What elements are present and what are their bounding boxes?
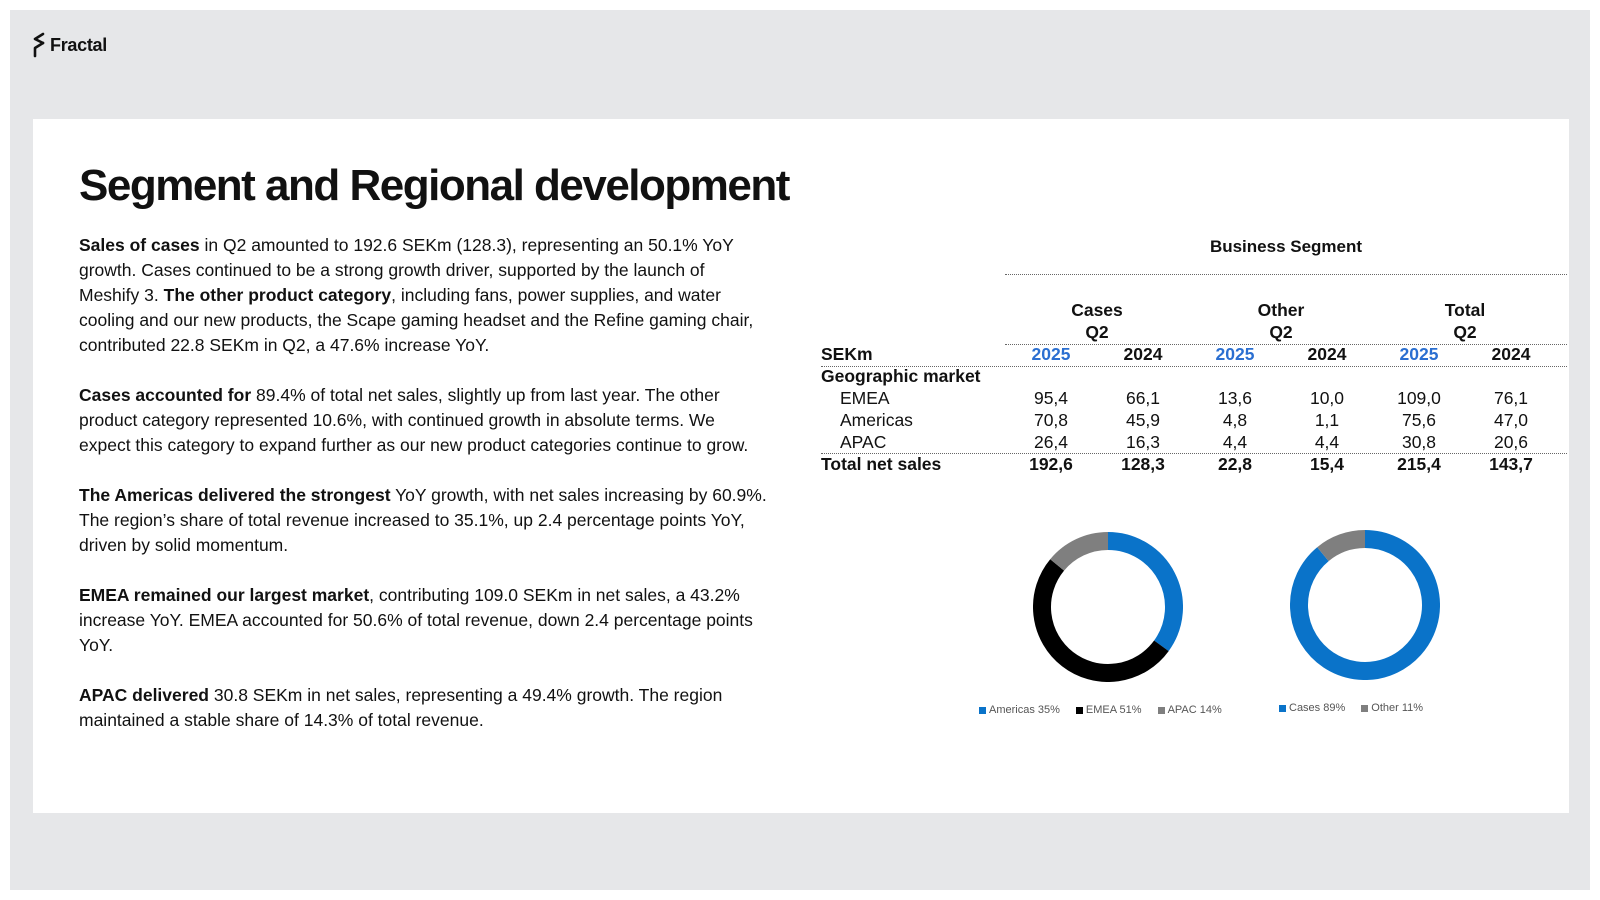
legend-swatch bbox=[1157, 706, 1165, 714]
donut-slice-emea bbox=[1033, 559, 1169, 682]
total-cell: 128,3 bbox=[1121, 454, 1165, 474]
value-cell: 45,9 bbox=[1125, 410, 1161, 430]
total-cell: 143,7 bbox=[1489, 454, 1533, 474]
legend-swatch bbox=[979, 706, 986, 714]
segment-legend: Cases 89% Other 11% bbox=[1279, 702, 1423, 714]
legend-label: Other 11% bbox=[1371, 702, 1424, 714]
year-cell: 2024 bbox=[1307, 344, 1347, 364]
legend-swatch bbox=[1075, 706, 1083, 714]
year-cell: 2025 bbox=[1215, 344, 1255, 364]
commentary: Sales of cases in Q2 amounted to 192.6 S… bbox=[79, 233, 769, 758]
value-cell: 20,6 bbox=[1493, 432, 1529, 452]
period-header-row: Q2 Q2 Q2 bbox=[821, 321, 1557, 343]
total-cell: 192,6 bbox=[1029, 454, 1073, 474]
table-title-rule bbox=[1005, 274, 1567, 275]
legend-item-americas: Americas 35% bbox=[979, 704, 1060, 716]
value-cell: 1,1 bbox=[1314, 410, 1340, 430]
fractal-logo-icon bbox=[33, 32, 45, 58]
period-cases: Q2 bbox=[1085, 322, 1109, 342]
row-label: APAC bbox=[840, 432, 887, 452]
year-rule bbox=[821, 366, 1567, 367]
paragraph-americas: The Americas delivered the strongest YoY… bbox=[79, 485, 767, 555]
donut-slice-americas bbox=[1107, 532, 1183, 652]
value-cell: 4,8 bbox=[1222, 410, 1248, 430]
value-cell: 70,8 bbox=[1033, 410, 1069, 430]
value-cell: 4,4 bbox=[1222, 432, 1248, 452]
total-rule bbox=[821, 453, 1567, 454]
value-cell: 10,0 bbox=[1309, 388, 1345, 408]
table-row: EMEA 95,4 66,1 13,6 10,0 109,0 76,1 bbox=[821, 387, 1557, 409]
group-header-row: Cases Other Total bbox=[821, 299, 1557, 321]
donut-slice-cases bbox=[1290, 530, 1440, 680]
content-card: Segment and Regional development Sales o… bbox=[33, 119, 1569, 813]
legend-item-emea: EMEA 51% bbox=[1075, 704, 1142, 716]
brand-name: Fractal bbox=[50, 34, 107, 55]
value-cell: 16,3 bbox=[1125, 432, 1161, 452]
total-cell: 22,8 bbox=[1217, 454, 1253, 474]
legend-label: Cases 89% bbox=[1289, 702, 1346, 714]
period-rule bbox=[1005, 344, 1567, 345]
total-cell: 215,4 bbox=[1397, 454, 1441, 474]
legend-swatch bbox=[1279, 704, 1286, 712]
value-cell: 4,4 bbox=[1314, 432, 1340, 452]
legend-item-apac: APAC 14% bbox=[1157, 704, 1222, 716]
value-cell: 95,4 bbox=[1033, 388, 1069, 408]
paragraph-emea: EMEA remained our largest market, contri… bbox=[79, 585, 753, 655]
group-total: Total bbox=[1444, 300, 1486, 320]
brand-logo: Fractal bbox=[32, 32, 107, 58]
value-cell: 109,0 bbox=[1397, 388, 1441, 408]
segment-donut-chart bbox=[1290, 530, 1440, 680]
region-legend: Americas 35% EMEA 51% APAC 14% bbox=[979, 704, 1222, 716]
page-title: Segment and Regional development bbox=[79, 161, 790, 210]
segment-table: Cases Other Total Q2 Q2 Q2 SEKm 2025 202… bbox=[821, 299, 1557, 475]
paragraph-sales-of-cases: Sales of cases in Q2 amounted to 192.6 S… bbox=[79, 235, 754, 355]
total-cell: 15,4 bbox=[1309, 454, 1345, 474]
unit-label: SEKm bbox=[821, 344, 873, 364]
legend-item-other: Other 11% bbox=[1361, 702, 1423, 714]
section-row: Geographic market bbox=[821, 365, 1557, 387]
row-label: Americas bbox=[840, 410, 913, 430]
group-other: Other bbox=[1257, 300, 1305, 320]
table-title: Business Segment bbox=[1209, 237, 1363, 256]
table-row: Americas 70,8 45,9 4,8 1,1 75,6 47,0 bbox=[821, 409, 1557, 431]
legend-label: EMEA 51% bbox=[1085, 704, 1142, 716]
paragraph-apac: APAC delivered 30.8 SEKm in net sales, r… bbox=[79, 685, 723, 730]
total-label: Total net sales bbox=[821, 454, 942, 474]
legend-label: Americas 35% bbox=[989, 704, 1060, 716]
row-label: EMEA bbox=[840, 388, 890, 408]
value-cell: 13,6 bbox=[1217, 388, 1253, 408]
paragraph-cases-share: Cases accounted for 89.4% of total net s… bbox=[79, 385, 749, 455]
value-cell: 30,8 bbox=[1401, 432, 1437, 452]
year-cell: 2025 bbox=[1399, 344, 1439, 364]
year-header-row: SEKm 2025 2024 2025 2024 2025 2024 bbox=[821, 343, 1557, 365]
total-row: Total net sales 192,6 128,3 22,8 15,4 21… bbox=[821, 453, 1557, 475]
section-label: Geographic market bbox=[821, 366, 981, 386]
value-cell: 26,4 bbox=[1033, 432, 1069, 452]
value-cell: 75,6 bbox=[1401, 410, 1437, 430]
year-cell: 2024 bbox=[1123, 344, 1163, 364]
value-cell: 76,1 bbox=[1493, 388, 1529, 408]
table-row: APAC 26,4 16,3 4,4 4,4 30,8 20,6 bbox=[821, 431, 1557, 453]
value-cell: 47,0 bbox=[1493, 410, 1529, 430]
legend-item-cases: Cases 89% bbox=[1279, 702, 1345, 714]
donut-slice-other bbox=[1317, 530, 1366, 562]
region-donut-chart bbox=[1033, 532, 1183, 682]
period-total: Q2 bbox=[1453, 322, 1477, 342]
donut-slice-apac bbox=[1050, 532, 1109, 571]
period-other: Q2 bbox=[1269, 322, 1293, 342]
year-cell: 2024 bbox=[1491, 344, 1531, 364]
legend-swatch bbox=[1361, 704, 1369, 712]
value-cell: 66,1 bbox=[1125, 388, 1161, 408]
legend-label: APAC 14% bbox=[1167, 704, 1222, 716]
year-cell: 2025 bbox=[1031, 344, 1071, 364]
group-cases: Cases bbox=[1071, 300, 1123, 320]
